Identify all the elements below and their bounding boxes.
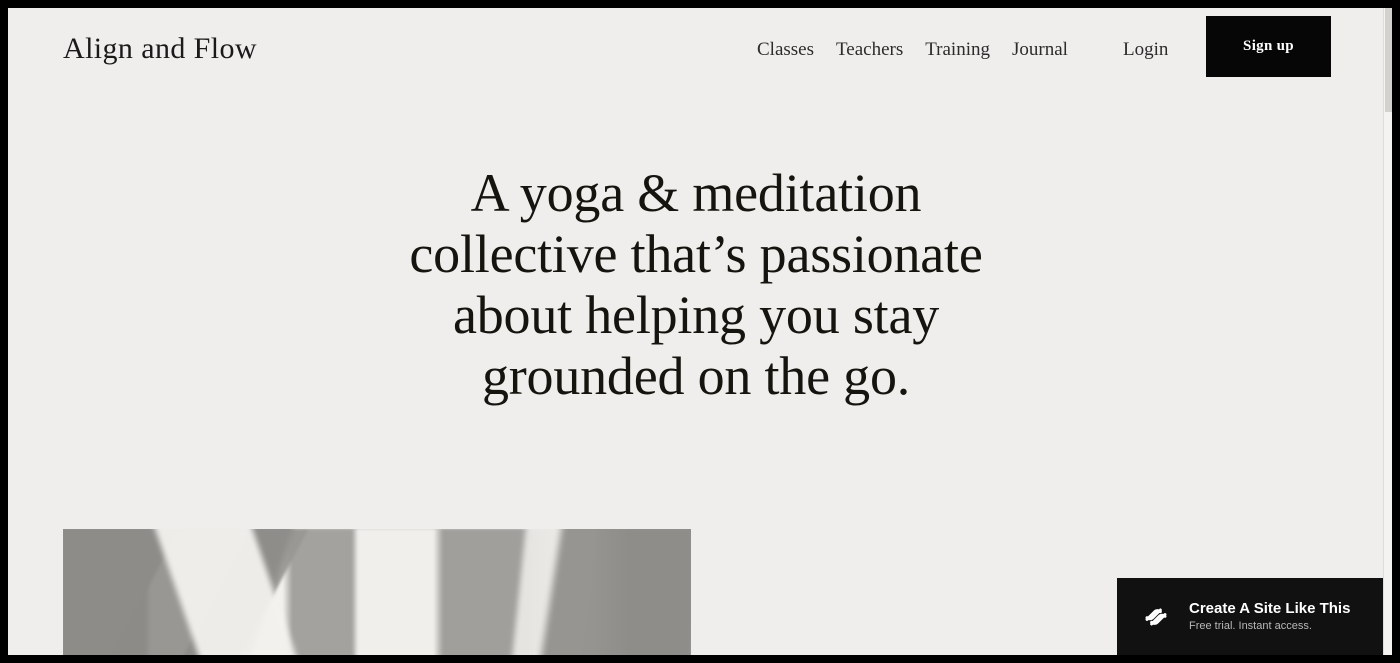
squarespace-logo-icon xyxy=(1145,608,1167,625)
squarespace-badge-title: Create A Site Like This xyxy=(1189,600,1351,617)
primary-navigation: Classes Teachers Training Journal xyxy=(746,37,1079,63)
vertical-scrollbar-thumb[interactable] xyxy=(1385,8,1392,112)
squarespace-badge-subtitle: Free trial. Instant access. xyxy=(1189,620,1312,632)
hero-image xyxy=(63,529,691,655)
hero-section: A yoga & meditation collective that’s pa… xyxy=(8,163,1384,407)
squarespace-badge-text: Create A Site Like This Free trial. Inst… xyxy=(1189,600,1350,633)
hero-heading: A yoga & meditation collective that’s pa… xyxy=(409,163,983,406)
nav-item-journal[interactable]: Journal xyxy=(1001,37,1079,63)
nav-item-teachers[interactable]: Teachers xyxy=(825,37,914,63)
site-header: Align and Flow Classes Teachers Training… xyxy=(8,8,1384,100)
sign-up-button[interactable]: Sign up xyxy=(1206,16,1331,77)
site-logo-wordmark[interactable]: Align and Flow xyxy=(63,30,257,68)
site-page: Align and Flow Classes Teachers Training… xyxy=(8,8,1384,655)
vertical-scrollbar[interactable] xyxy=(1383,8,1392,655)
nav-item-training[interactable]: Training xyxy=(914,37,1001,63)
squarespace-promo-badge[interactable]: Create A Site Like This Free trial. Inst… xyxy=(1117,578,1384,655)
nav-item-classes[interactable]: Classes xyxy=(746,37,825,63)
login-link[interactable]: Login xyxy=(1112,37,1179,63)
page-viewport: Align and Flow Classes Teachers Training… xyxy=(8,8,1392,655)
browser-frame: Align and Flow Classes Teachers Training… xyxy=(0,0,1400,663)
hero-image-shadow-shape-right xyxy=(534,529,691,655)
